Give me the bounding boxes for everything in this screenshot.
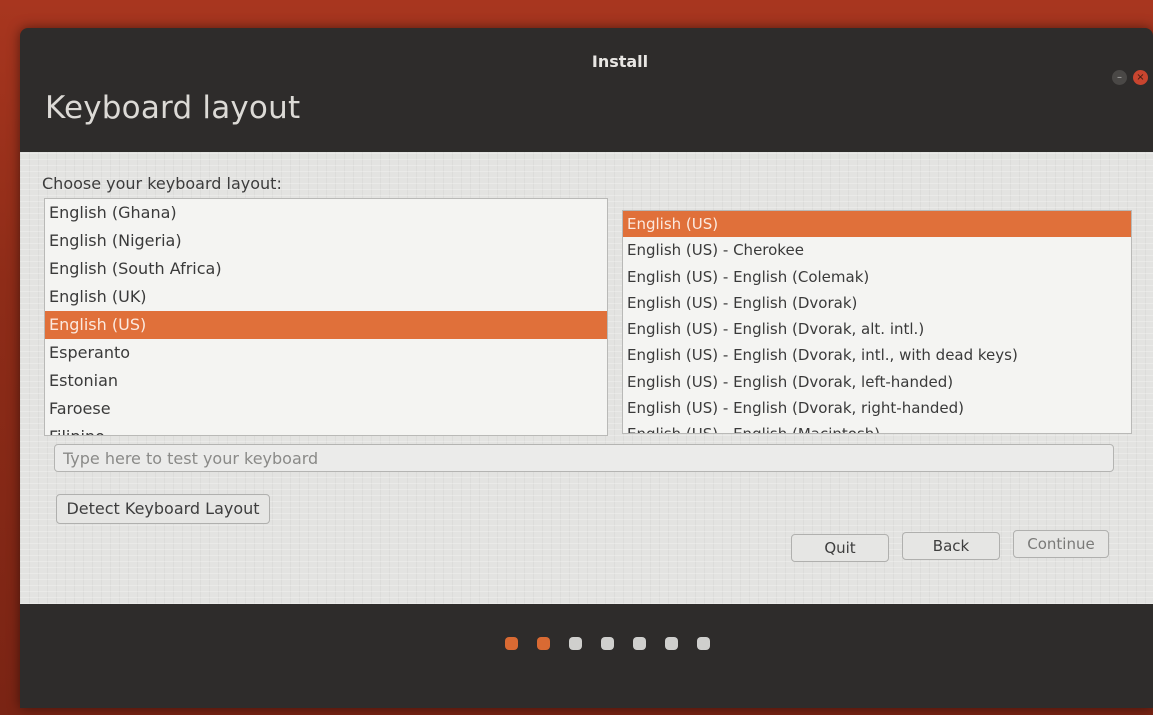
layout-list-item[interactable]: English (UK) [45,283,607,311]
variant-list-item[interactable]: English (US) - English (Dvorak, left-han… [623,369,1131,395]
layout-list[interactable]: English (Ghana) English (Nigeria) English … [44,198,608,436]
progress-dot [601,637,614,650]
variant-list-item[interactable]: English (US) - Cherokee [623,237,1131,263]
layout-list-item[interactable]: English (US) [45,311,607,339]
content-panel: Choose your keyboard layout: English (Gh… [20,152,1153,604]
minimize-icon: – [1117,72,1122,83]
progress-dot [537,637,550,650]
progress-dot [633,637,646,650]
progress-dots [505,637,710,650]
close-button[interactable]: × [1133,70,1148,85]
detect-keyboard-layout-button[interactable]: Detect Keyboard Layout [56,494,270,524]
layout-list-item[interactable]: Filipino [45,423,607,435]
variant-list-item[interactable]: English (US) - English (Dvorak, intl., w… [623,342,1131,368]
minimize-button[interactable]: – [1112,70,1127,85]
variant-list-item[interactable]: English (US) - English (Dvorak, right-ha… [623,395,1131,421]
progress-dot [665,637,678,650]
layout-list-item[interactable]: Faroese [45,395,607,423]
variant-list-item[interactable]: English (US) - English (Colemak) [623,264,1131,290]
back-button[interactable]: Back [902,532,1000,560]
progress-dot [569,637,582,650]
variant-list-item[interactable]: English (US) - English (Dvorak) [623,290,1131,316]
layout-list-item[interactable]: English (Ghana) [45,199,607,227]
layout-list-item[interactable]: English (Nigeria) [45,227,607,255]
progress-dot [697,637,710,650]
choose-layout-label: Choose your keyboard layout: [42,174,282,193]
variant-list[interactable]: English (US) English (US) - Cherokee Engli… [622,210,1132,434]
page-title: Keyboard layout [45,90,301,126]
window-title: Install [591,52,649,71]
installer-window: Install – × Keyboard layout Choose your … [20,28,1153,708]
quit-button[interactable]: Quit [791,534,889,562]
layout-list-item[interactable]: Estonian [45,367,607,395]
variant-list-item[interactable]: English (US) - English (Macintosh) [623,421,1131,433]
keyboard-test-input[interactable] [54,444,1114,472]
layout-list-item[interactable]: Esperanto [45,339,607,367]
layout-list-item[interactable]: English (South Africa) [45,255,607,283]
continue-button[interactable]: Continue [1013,530,1109,558]
close-icon: × [1136,72,1145,83]
progress-dot [505,637,518,650]
variant-list-item[interactable]: English (US) [623,211,1131,238]
variant-list-item[interactable]: English (US) - English (Dvorak, alt. int… [623,316,1131,342]
